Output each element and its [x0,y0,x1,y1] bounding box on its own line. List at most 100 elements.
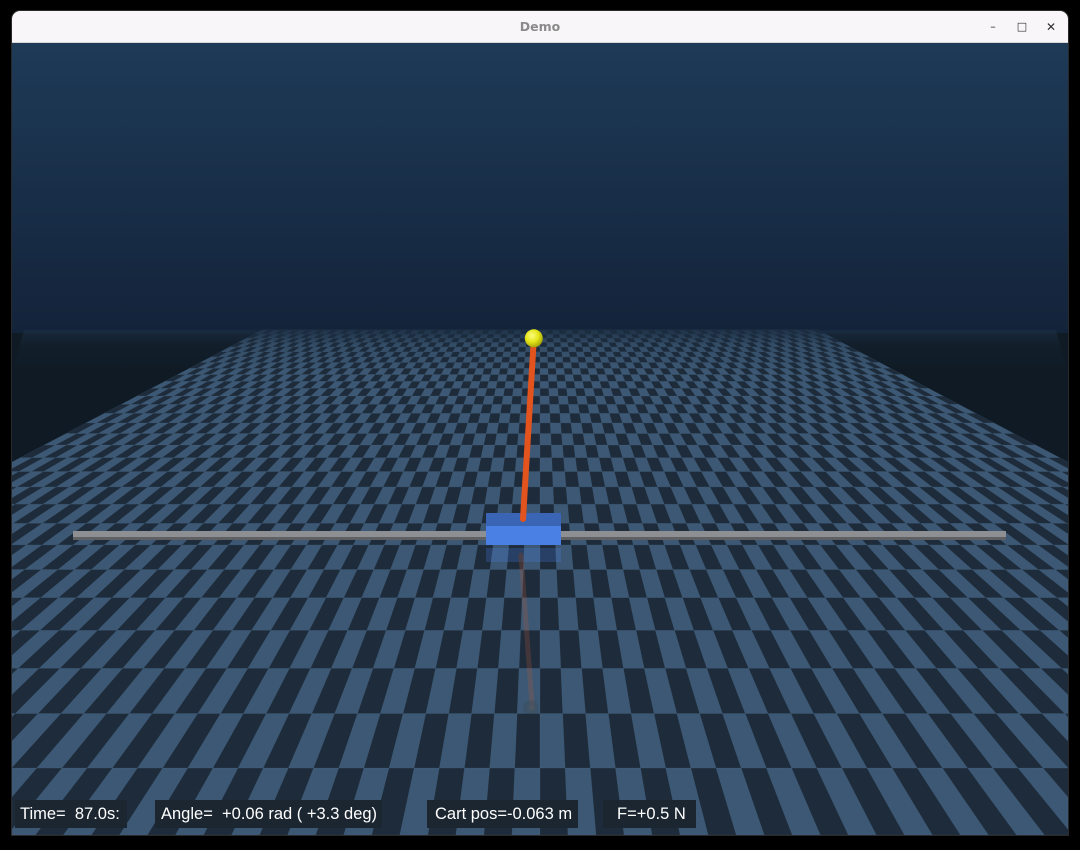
floor-tile [539,380,550,389]
floor-tile [525,486,541,505]
floor-tile [539,422,552,434]
floor-tile [551,444,564,458]
floor-tile [489,713,518,769]
floor-tile [551,457,566,472]
floor-tile [486,380,498,389]
floor-tile [500,471,516,488]
hud-cart-label: Cart pos= [435,805,507,823]
floor-tile [548,388,559,397]
floor-tile [539,388,550,397]
floor-tile [561,433,575,446]
window-title: Demo [519,19,561,34]
floor-tile [560,668,586,714]
floor-tile [557,597,579,631]
floor-tile [497,374,508,382]
floor-tile [494,668,520,714]
floor-tile [490,404,503,414]
scene-canvas [12,43,1068,835]
floor-tile [510,404,522,414]
floor-tile [548,395,560,405]
floor-tile [504,444,518,458]
floor-tile [539,444,553,458]
floor-tile [505,433,519,446]
floor-tile [513,380,524,389]
hud-angle-label: Angle= [161,805,213,823]
floor-tile [559,412,572,424]
floor-tile [507,422,520,434]
floor-tile [564,374,575,382]
hud-cart-value: -0.063 m [507,805,573,823]
floor-tile [556,380,567,389]
checker-floor [12,329,1068,835]
bob-reflection [523,700,539,716]
floor-tile [552,471,567,488]
floor-tile [556,569,576,598]
floor-tile [493,388,505,397]
floor-tile [539,569,559,598]
floor-tile [565,380,576,389]
floor-tile [539,412,551,424]
floor-tile [548,380,558,389]
floor-tile [501,395,513,405]
floor-tile [565,486,582,505]
floor-tile [558,404,570,414]
floor-tile [539,668,564,714]
floor-tile [558,395,569,405]
floor-tile [550,422,562,434]
floor-tile [549,404,561,414]
hud-cart-pos: Cart pos=-0.063 m [427,800,579,828]
floor-tile [480,444,496,458]
floor-tile [566,388,577,397]
floor-tile [570,422,584,434]
maximize-button[interactable]: □ [1013,18,1031,36]
floor-tile [511,395,522,405]
floor-tile [552,486,568,505]
floor-tile [487,471,504,488]
floor-tile [495,380,507,389]
floor-tile [550,433,563,446]
floor-tile [486,569,508,598]
hud-force: F=+0.5 N [603,800,696,828]
hud-angle-value: +0.06 rad ( +3.3 deg) [222,805,378,823]
sky [12,43,1068,333]
title-bar[interactable]: Demo – □ ✕ [12,11,1068,43]
floor-tile [500,404,512,414]
floor-tile [547,374,558,382]
pendulum-bob[interactable] [524,329,543,348]
floor-tile [539,471,554,488]
floor-tile [539,597,560,631]
floor-tile [539,713,566,769]
minimize-button[interactable]: – [984,18,1002,36]
hud-force-label: F= [617,805,637,823]
floor-tile [549,412,561,424]
floor-tile [569,412,582,424]
floor-tile [492,444,507,458]
floor-tile [492,395,504,405]
floor-tile [563,457,578,472]
floor-tile [508,412,521,424]
floor-tile [539,433,552,446]
floor-tile [488,412,501,424]
floor-tile [502,457,517,472]
close-button[interactable]: ✕ [1042,18,1060,36]
floor-tile [514,374,524,382]
floor-tile [485,422,499,434]
floor-tile [490,457,505,472]
hud-angle: Angle= +0.06 rad ( +3.3 deg) [155,800,383,828]
simulation-viewport[interactable] [12,43,1068,835]
floor-tile [494,433,508,446]
floor-tile [539,374,549,382]
floor-tile [498,486,515,505]
floor-tile [568,404,580,414]
floor-tile [567,395,579,405]
floor-tile [567,503,585,524]
floor-tile [512,388,523,397]
floor-tile [498,629,522,669]
floor-tile [539,404,551,414]
app-window: Demo – □ ✕ Time= 87.0s: Angle= +0.06 rad… [12,11,1068,835]
floor-tile [556,374,566,382]
hud-time-value: 87.0s: [74,805,120,823]
floor-tile [539,395,550,405]
floor-tile [572,374,583,382]
floor-tile [539,629,562,669]
